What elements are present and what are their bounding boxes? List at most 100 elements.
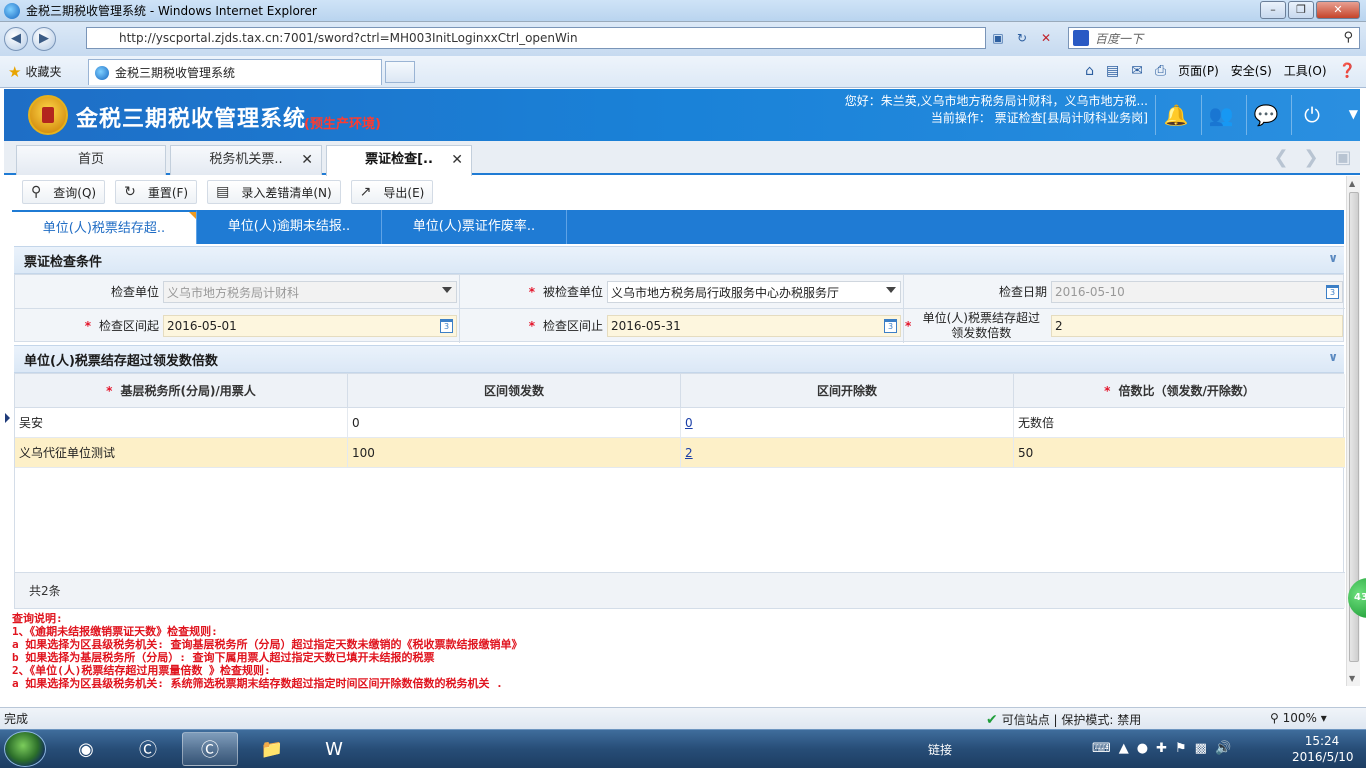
maximize-button[interactable]: ❐ xyxy=(1288,1,1314,19)
scroll-up-icon[interactable]: ▲ xyxy=(1349,179,1355,188)
detail-link[interactable]: 2 xyxy=(685,446,693,460)
export-button[interactable]: ↗ 导出(E) xyxy=(350,180,434,204)
table-cell: 吴安 xyxy=(15,408,348,438)
close-tab-icon[interactable]: ✕ xyxy=(301,146,313,174)
tab-prev-icon[interactable]: ❮ xyxy=(1268,147,1294,171)
menu-tools[interactable]: 工具(O) xyxy=(1284,62,1327,79)
menu-page[interactable]: 页面(P) xyxy=(1178,62,1219,79)
chat-icon[interactable]: 💬 xyxy=(1248,97,1284,133)
subtab-void-rate[interactable]: 单位(人)票证作废率.. xyxy=(382,210,567,244)
feeds-icon[interactable]: ▤ xyxy=(1106,63,1119,79)
tray-expand-icon[interactable]: ▲ xyxy=(1119,741,1129,756)
subtab-stock-exceeds[interactable]: 单位(人)税票结存超.. xyxy=(12,210,197,244)
print-icon[interactable]: ⎙ xyxy=(1155,63,1166,79)
folder-icon[interactable]: 📁 xyxy=(244,732,300,766)
range-end-field[interactable]: 2016-05-31 3 xyxy=(607,315,901,337)
power-icon[interactable]: ⏻ xyxy=(1294,97,1330,133)
links-toolbar[interactable]: 链接 xyxy=(928,741,952,758)
calendar-icon[interactable]: 3 xyxy=(1326,285,1339,299)
checked-unit-select[interactable]: 义乌市地方税务局行政服务中心办税服务厅 xyxy=(607,281,901,303)
search-input[interactable]: 百度一下 ⚲ xyxy=(1068,27,1360,49)
security-app-icon[interactable]: ✚ xyxy=(1156,741,1167,756)
url-field[interactable]: http://yscportal.zjds.tax.cn:7001/sword?… xyxy=(86,27,986,49)
required-asterisk: * xyxy=(905,318,912,333)
tab-ticket-check[interactable]: 票证检查[.. ✕ xyxy=(326,145,472,176)
tab-tax-office-tickets[interactable]: 税务机关票.. ✕ xyxy=(170,145,322,175)
collapse-icon[interactable]: ∨ xyxy=(1328,350,1338,364)
greeting-text: 您好：朱兰英,义乌市地方税务局计财科，义乌市地方税... xyxy=(844,94,1148,108)
column-header[interactable]: * 倍数比（领发数/开除数） xyxy=(1014,374,1345,408)
compat-view-icon[interactable]: ▣ xyxy=(988,28,1008,48)
mail-icon[interactable]: ✉ xyxy=(1131,63,1143,79)
minimize-button[interactable]: – xyxy=(1260,1,1286,19)
required-asterisk: * xyxy=(106,384,113,398)
tab-next-icon[interactable]: ❯ xyxy=(1298,147,1324,171)
flag-icon[interactable]: ⚑ xyxy=(1175,741,1187,756)
ie-open-window-icon[interactable]: Ⓒ xyxy=(182,732,238,766)
close-window-button[interactable]: ✕ xyxy=(1316,1,1360,19)
users-icon[interactable]: 👥 xyxy=(1203,97,1239,133)
subtab-overdue[interactable]: 单位(人)逾期未结报.. xyxy=(197,210,382,244)
menu-safety[interactable]: 安全(S) xyxy=(1231,62,1272,79)
search-icon[interactable]: ⚲ xyxy=(1343,30,1353,45)
favorites-button[interactable]: ★ 收藏夹 xyxy=(8,63,61,81)
help-icon[interactable]: ❓ xyxy=(1339,63,1356,79)
home-icon[interactable]: ⌂ xyxy=(1085,63,1094,79)
table-row[interactable]: 吴安 0 0 无数倍 xyxy=(15,408,1345,438)
result-section-header[interactable]: 单位(人)税票结存超过领发数倍数 ∨ xyxy=(14,345,1344,373)
tab-list-icon[interactable]: ▣ xyxy=(1330,147,1356,171)
start-button[interactable] xyxy=(4,731,46,767)
multiple-label-text: 单位(人)税票结存超过领发数倍数 xyxy=(922,311,1040,340)
column-header[interactable]: 区间开除数 xyxy=(681,374,1014,408)
clock[interactable]: 15:24 2016/5/10 xyxy=(1292,733,1354,765)
table-row[interactable]: 义乌代征单位测试 100 2 50 xyxy=(15,438,1345,468)
detail-link[interactable]: 0 xyxy=(685,416,693,430)
zoom-value: 100% xyxy=(1282,711,1317,725)
stop-icon[interactable]: ✕ xyxy=(1036,28,1056,48)
range-end-label-text: 检查区间止 xyxy=(542,318,603,333)
media-app-icon[interactable]: ◉ xyxy=(58,732,114,766)
security-zone[interactable]: ✔ 可信站点 | 保护模式: 禁用 xyxy=(986,711,1141,728)
collapse-icon[interactable]: ∨ xyxy=(1328,251,1338,265)
network-app-icon[interactable]: ● xyxy=(1137,741,1148,756)
header-scroll-icon[interactable]: ▼ xyxy=(1349,107,1358,121)
check-unit-select[interactable]: 义乌市地方税务局计财科 xyxy=(163,281,457,303)
forward-button[interactable]: ▶ xyxy=(32,27,56,51)
export-icon: ↗ xyxy=(359,184,372,200)
word-icon[interactable]: W xyxy=(306,732,362,766)
bell-icon[interactable]: 🔔 xyxy=(1158,97,1194,133)
enter-error-list-button[interactable]: ▤ 录入差错清单(N) xyxy=(207,180,341,204)
note-line: a 如果选择为区县级税务机关: 系统筛选税票期末结存数超过指定时间区间开除数倍数… xyxy=(12,677,503,690)
calendar-icon[interactable]: 3 xyxy=(884,319,897,333)
table-cell: 义乌代征单位测试 xyxy=(15,438,348,468)
multiple-field[interactable]: 2 xyxy=(1051,315,1343,337)
reset-button[interactable]: ↻ 重置(F) xyxy=(115,180,198,204)
back-button[interactable]: ◀ xyxy=(4,27,28,51)
scroll-down-icon[interactable]: ▼ xyxy=(1349,674,1355,683)
system-tray: ⌨ ▲ ● ✚ ⚑ ▩ 🔊 xyxy=(1092,741,1231,756)
ie-app-icon[interactable]: Ⓒ xyxy=(120,732,176,766)
volume-icon[interactable]: 🔊 xyxy=(1215,741,1231,756)
refresh-icon[interactable]: ↻ xyxy=(1012,28,1032,48)
baidu-icon xyxy=(1073,30,1089,46)
new-tab-button[interactable] xyxy=(385,61,415,83)
reset-label: 重置(F) xyxy=(147,185,189,200)
range-start-field[interactable]: 2016-05-01 3 xyxy=(163,315,457,337)
zoom-level[interactable]: ⚲ 100% ▾ xyxy=(1270,711,1327,725)
query-button[interactable]: ⚲ 查询(Q) xyxy=(22,180,106,204)
check-date-field[interactable]: 2016-05-10 3 xyxy=(1051,281,1343,303)
table-footer: 共2条 xyxy=(15,572,1345,608)
system-name: 金税三期税收管理系统 xyxy=(76,107,307,132)
check-date-label: 检查日期 xyxy=(998,284,1047,299)
table-cell: 0 xyxy=(348,408,681,438)
browser-tab[interactable]: 金税三期税收管理系统 xyxy=(88,59,382,85)
signal-icon[interactable]: ▩ xyxy=(1195,741,1207,756)
required-asterisk: * xyxy=(528,284,535,299)
conditions-section-header[interactable]: 票证检查条件 ∨ xyxy=(14,246,1344,274)
close-tab-icon[interactable]: ✕ xyxy=(451,146,463,174)
column-header[interactable]: 区间领发数 xyxy=(348,374,681,408)
calendar-icon[interactable]: 3 xyxy=(440,319,453,333)
tab-home[interactable]: 首页 xyxy=(16,145,166,175)
column-header[interactable]: * 基层税务所(分局)/用票人 xyxy=(15,374,348,408)
keyboard-icon[interactable]: ⌨ xyxy=(1092,741,1111,756)
